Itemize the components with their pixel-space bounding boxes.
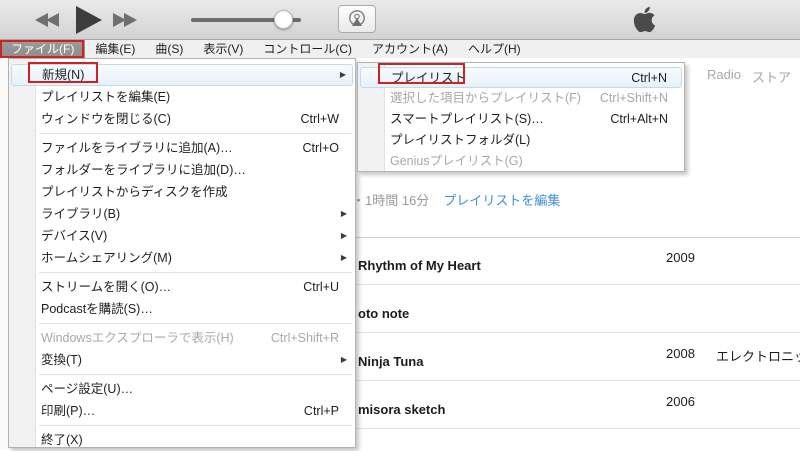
- menu-item-open-stream[interactable]: ストリームを開く(O)… Ctrl+U: [11, 276, 353, 298]
- play-icon[interactable]: [76, 6, 102, 34]
- menu-item-add-folder[interactable]: フォルダーをライブラリに追加(D)…: [11, 159, 353, 181]
- menu-item-label: ライブラリ(B): [41, 207, 121, 221]
- menu-item-label: ウィンドウを閉じる(C): [41, 112, 171, 126]
- menu-item-label: プレイリストからディスクを作成: [41, 185, 228, 199]
- airplay-icon: [349, 10, 365, 26]
- annotation-box-playlist: [378, 63, 465, 84]
- menu-item-exit[interactable]: 終了(X): [11, 429, 353, 451]
- submenu-arrow-icon: ▶: [339, 70, 346, 79]
- submenu-item-genius-playlist: Geniusプレイリスト(G): [360, 151, 682, 172]
- song-row[interactable]: Rhythm of My Heart 2009: [356, 238, 800, 285]
- song-title: oto note: [358, 306, 410, 321]
- menu-item-shortcut: Ctrl+U: [303, 280, 339, 294]
- menu-item-shortcut: Ctrl+Alt+N: [610, 112, 668, 126]
- song-year: 2006: [666, 394, 695, 409]
- menu-item-subscribe-podcast[interactable]: Podcastを購読(S)…: [11, 298, 353, 320]
- menu-item-label: デバイス(V): [41, 229, 108, 243]
- file-menu: 新規(N) ▶ プレイリストを編集(E) ウィンドウを閉じる(C) Ctrl+W…: [8, 58, 356, 448]
- menu-item-label: プレイリストを編集(E): [41, 90, 171, 104]
- menu-item-add-file[interactable]: ファイルをライブラリに追加(A)… Ctrl+O: [11, 137, 353, 159]
- menu-separator: [39, 320, 352, 327]
- menu-item-label: 終了(X): [41, 433, 83, 447]
- menu-item-shortcut: Ctrl+O: [302, 141, 339, 155]
- menu-item-label: 選択した項目からプレイリスト(F): [390, 91, 581, 105]
- submenu-arrow-icon: ▶: [340, 209, 347, 218]
- menu-item-shortcut: Ctrl+N: [631, 71, 667, 85]
- menubar-item-view[interactable]: 表示(V): [193, 40, 253, 58]
- menubar-item-song[interactable]: 曲(S): [145, 40, 193, 58]
- menu-bar: ファイル(F) 編集(E) 曲(S) 表示(V) コントロール(C) アカウント…: [0, 40, 800, 58]
- annotation-box-file: [0, 40, 84, 58]
- menu-item-convert[interactable]: 変換(T) ▶: [11, 349, 353, 371]
- menu-item-shortcut: Ctrl+P: [303, 404, 339, 418]
- menu-item-shortcut: Ctrl+Shift+R: [270, 331, 339, 345]
- menu-item-label: ホームシェアリング(M): [41, 251, 172, 265]
- rewind-icon[interactable]: [46, 13, 59, 27]
- tab-store[interactable]: ストア: [752, 67, 791, 86]
- submenu-arrow-icon: ▶: [340, 231, 347, 240]
- volume-slider-knob[interactable]: [274, 10, 293, 29]
- menu-item-shortcut: Ctrl+Shift+N: [599, 91, 668, 105]
- airplay-button[interactable]: [338, 5, 376, 33]
- menubar-item-help[interactable]: ヘルプ(H): [458, 40, 531, 58]
- menu-item-close-window[interactable]: ウィンドウを閉じる(C) Ctrl+W: [11, 108, 353, 130]
- fast-forward-icon[interactable]: [124, 13, 137, 27]
- song-row[interactable]: misora sketch 2006: [356, 382, 800, 429]
- menu-item-label: 印刷(P)…: [41, 404, 96, 418]
- menu-item-devices[interactable]: デバイス(V) ▶: [11, 225, 353, 247]
- menu-item-shortcut: Ctrl+W: [300, 112, 339, 126]
- menubar-item-account[interactable]: アカウント(A): [362, 40, 458, 58]
- menu-separator: [39, 422, 352, 429]
- song-title: misora sketch: [358, 402, 446, 417]
- menu-separator: [39, 130, 352, 137]
- player-toolbar: [0, 0, 800, 40]
- song-title: Rhythm of My Heart: [358, 258, 481, 273]
- menubar-item-controls[interactable]: コントロール(C): [253, 40, 362, 58]
- menu-item-label: Windowsエクスプローラで表示(H): [41, 331, 234, 345]
- menu-item-edit-playlist[interactable]: プレイリストを編集(E): [11, 86, 353, 108]
- apple-logo-icon: [633, 5, 656, 39]
- submenu-item-smart-playlist[interactable]: スマートプレイリスト(S)… Ctrl+Alt+N: [360, 109, 682, 130]
- playlist-duration: ・1時間 16分: [352, 193, 430, 208]
- menu-item-label: プレイリストフォルダ(L): [390, 133, 531, 147]
- menu-item-label: フォルダーをライブラリに追加(D)…: [41, 163, 246, 177]
- song-row[interactable]: Ninja Tuna 2008 エレクトロニック: [356, 334, 800, 381]
- playlist-meta: ・1時間 16分 プレイリストを編集: [352, 190, 560, 209]
- menu-item-label: Geniusプレイリスト(G): [390, 154, 523, 168]
- menu-item-label: ファイルをライブラリに追加(A)…: [41, 141, 233, 155]
- menu-item-label: Podcastを購読(S)…: [41, 302, 153, 316]
- annotation-box-new: [28, 62, 98, 83]
- menu-item-label: スマートプレイリスト(S)…: [390, 112, 544, 126]
- menu-item-page-setup[interactable]: ページ設定(U)…: [11, 378, 353, 400]
- submenu-item-playlist-folder[interactable]: プレイリストフォルダ(L): [360, 130, 682, 151]
- menu-item-burn-disc[interactable]: プレイリストからディスクを作成: [11, 181, 353, 203]
- menubar-item-edit[interactable]: 編集(E): [85, 40, 145, 58]
- song-title: Ninja Tuna: [358, 354, 424, 369]
- menu-item-label: ページ設定(U)…: [41, 382, 134, 396]
- submenu-arrow-icon: ▶: [340, 253, 347, 262]
- tab-radio[interactable]: Radio: [707, 67, 741, 82]
- submenu-arrow-icon: ▶: [340, 355, 347, 364]
- song-year: 2008: [666, 346, 695, 361]
- menu-item-library[interactable]: ライブラリ(B) ▶: [11, 203, 353, 225]
- menu-separator: [39, 269, 352, 276]
- menu-item-print[interactable]: 印刷(P)… Ctrl+P: [11, 400, 353, 422]
- song-row[interactable]: oto note: [356, 286, 800, 333]
- menu-item-home-sharing[interactable]: ホームシェアリング(M) ▶: [11, 247, 353, 269]
- song-year: 2009: [666, 250, 695, 265]
- menu-item-label: ストリームを開く(O)…: [41, 280, 172, 294]
- submenu-item-playlist-from-selection: 選択した項目からプレイリスト(F) Ctrl+Shift+N: [360, 88, 682, 109]
- menu-item-show-in-explorer: Windowsエクスプローラで表示(H) Ctrl+Shift+R: [11, 327, 353, 349]
- menu-item-label: 変換(T): [41, 353, 82, 367]
- edit-playlist-link[interactable]: プレイリストを編集: [443, 193, 560, 208]
- song-genre: エレクトロニック: [716, 349, 800, 364]
- menu-separator: [39, 371, 352, 378]
